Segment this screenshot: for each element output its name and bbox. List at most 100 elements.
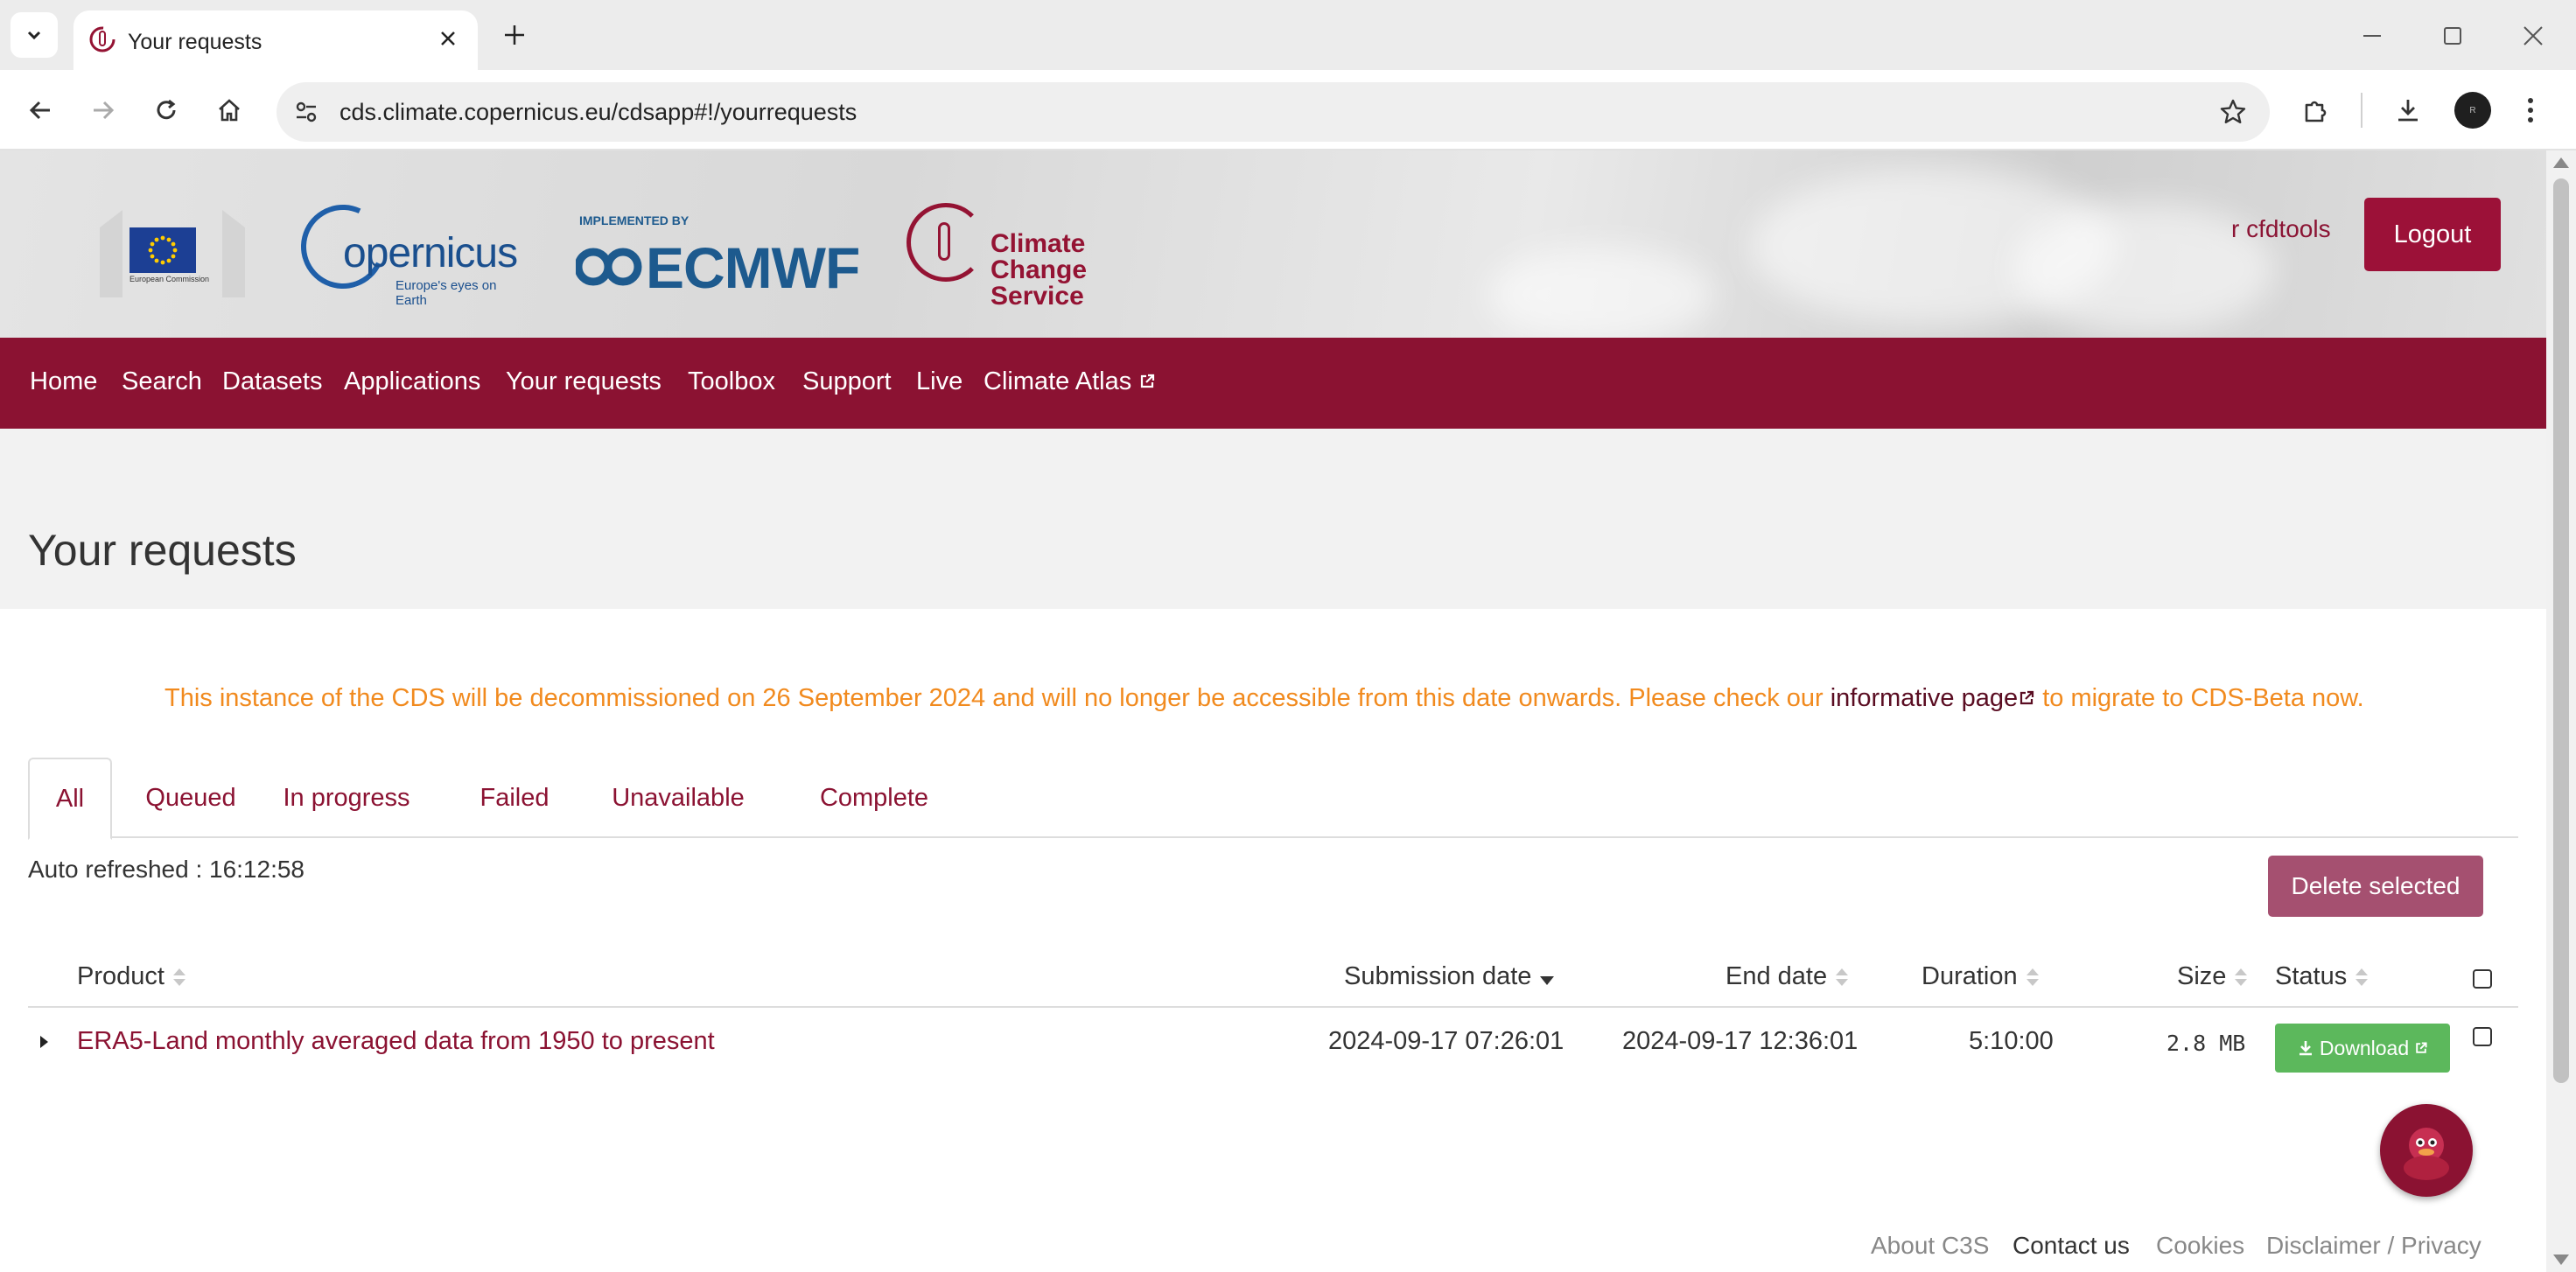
tune-icon — [296, 101, 317, 122]
plus-icon — [505, 25, 524, 45]
browser-tab-active[interactable]: Your requests — [74, 10, 478, 70]
profile-button[interactable]: R — [2450, 87, 2496, 133]
tab-search-button[interactable] — [10, 12, 58, 58]
nav-datasets[interactable]: Datasets — [222, 367, 322, 396]
back-button[interactable] — [18, 87, 63, 133]
column-header-end-date[interactable]: End date — [1726, 962, 1849, 991]
column-header-submission-date[interactable]: Submission date — [1344, 962, 1555, 991]
row-select-checkbox[interactable] — [2473, 1027, 2492, 1046]
thermometer-icon — [938, 222, 950, 261]
copernicus-tagline: Europe's eyes on Earth — [396, 278, 497, 308]
maximize-button[interactable] — [2431, 14, 2474, 58]
ecmwf-wordmark: ECMWF — [646, 235, 860, 300]
footer-about-link[interactable]: About C3S — [1871, 1232, 1989, 1260]
request-status-tabs: All Queued In progress Failed Unavailabl… — [28, 758, 2518, 840]
star-icon — [2220, 99, 2246, 123]
bookmark-button[interactable] — [2214, 93, 2252, 131]
nav-support[interactable]: Support — [802, 367, 892, 396]
minimize-button[interactable] — [2350, 14, 2394, 58]
ecmwf-logo[interactable]: IMPLEMENTED BY ECMWF — [576, 213, 873, 301]
informative-page-link[interactable]: informative page — [1830, 684, 2035, 712]
puzzle-icon — [2305, 101, 2327, 122]
nav-climate-atlas[interactable]: Climate Atlas — [984, 367, 1156, 396]
download-button[interactable]: Download — [2275, 1024, 2450, 1073]
submission-date-cell: 2024-09-17 07:26:01 — [1328, 1027, 1564, 1055]
forward-button[interactable] — [80, 87, 126, 133]
browser-tab-bar: Your requests — [0, 0, 2576, 70]
scroll-down-arrow-icon[interactable] — [2553, 1255, 2569, 1265]
sort-icon — [172, 967, 186, 988]
column-header-product[interactable]: Product — [77, 962, 186, 991]
maximize-icon — [2444, 27, 2461, 45]
sort-icon — [2235, 967, 2248, 988]
footer-cookies-link[interactable]: Cookies — [2156, 1232, 2244, 1260]
arrow-right-icon — [94, 101, 115, 120]
tab-title: Your requests — [128, 30, 262, 54]
duck-mascot-icon — [2404, 1128, 2449, 1180]
nav-search[interactable]: Search — [122, 367, 202, 396]
nav-toolbox[interactable]: Toolbox — [688, 367, 775, 396]
toolbar-divider — [2361, 93, 2362, 128]
decommission-notice: This instance of the CDS will be decommi… — [164, 684, 2364, 713]
download-icon — [2299, 1041, 2312, 1056]
close-window-button[interactable] — [2511, 14, 2555, 58]
username-link[interactable]: r cfdtools — [2231, 215, 2331, 243]
url-text[interactable]: cds.climate.copernicus.eu/cdsapp#!/yourr… — [340, 99, 857, 126]
european-commission-logo[interactable]: European Commission — [96, 192, 254, 304]
close-icon — [441, 31, 455, 45]
nav-home[interactable]: Home — [30, 367, 97, 396]
home-button[interactable] — [206, 87, 252, 133]
extensions-button[interactable] — [2292, 87, 2338, 133]
download-icon — [2398, 100, 2418, 122]
eu-flag-icon — [130, 227, 196, 273]
chevron-down-icon — [27, 31, 41, 40]
logout-button[interactable]: Logout — [2364, 198, 2501, 271]
expand-row-icon[interactable] — [40, 1036, 48, 1048]
background-cloud — [1488, 247, 1715, 343]
tab-in-progress[interactable]: In progress — [264, 758, 429, 838]
column-header-size[interactable]: Size — [2177, 962, 2248, 991]
external-link-icon — [2416, 1042, 2427, 1053]
column-header-size-label: Size — [2177, 962, 2227, 990]
select-all-checkbox[interactable] — [2473, 969, 2492, 989]
close-icon — [2524, 26, 2543, 45]
column-header-duration-label: Duration — [1922, 962, 2018, 990]
downloads-button[interactable] — [2385, 87, 2431, 133]
notice-text-after: to migrate to CDS-Beta now. — [2035, 684, 2364, 712]
site-header: European Commission opernicus Europe's e… — [0, 150, 2546, 343]
page-title-band: Your requests — [0, 429, 2546, 609]
tab-failed[interactable]: Failed — [472, 758, 556, 838]
reload-button[interactable] — [144, 87, 189, 133]
tab-complete[interactable]: Complete — [791, 758, 957, 838]
scrollbar-thumb[interactable] — [2553, 178, 2569, 1083]
close-tab-button[interactable] — [430, 21, 466, 56]
external-link-icon — [1141, 374, 1155, 388]
nav-live[interactable]: Live — [916, 367, 962, 396]
footer-disclaimer-link[interactable]: Disclaimer / Privacy — [2266, 1232, 2482, 1260]
ec-logo-text: European Commission — [130, 275, 210, 283]
page-scrollbar[interactable] — [2546, 150, 2576, 1272]
scroll-up-arrow-icon[interactable] — [2553, 157, 2569, 168]
chatbot-button[interactable] — [2380, 1104, 2473, 1197]
nav-applications[interactable]: Applications — [344, 367, 480, 396]
footer-contact-link[interactable]: Contact us — [2012, 1232, 2130, 1260]
new-tab-button[interactable] — [495, 16, 534, 54]
browser-toolbar: cds.climate.copernicus.eu/cdsapp#!/yourr… — [0, 70, 2576, 150]
tab-queued[interactable]: Queued — [130, 758, 252, 838]
browser-menu-button[interactable] — [2513, 87, 2548, 133]
sort-icon — [2026, 967, 2039, 988]
product-link[interactable]: ERA5-Land monthly averaged data from 195… — [77, 1027, 715, 1056]
column-header-status[interactable]: Status — [2275, 962, 2369, 991]
climate-change-service-logo[interactable]: Climate Change Service — [906, 203, 1186, 310]
nav-your-requests[interactable]: Your requests — [506, 367, 662, 396]
tab-all[interactable]: All — [28, 758, 112, 840]
tab-unavailable[interactable]: Unavailable — [600, 758, 756, 838]
column-header-duration[interactable]: Duration — [1922, 962, 2039, 991]
site-info-button[interactable] — [285, 91, 327, 133]
page-title: Your requests — [28, 526, 297, 575]
copernicus-logo[interactable]: opernicus Europe's eyes on Earth — [289, 192, 528, 308]
table-row: ERA5-Land monthly averaged data from 195… — [28, 1010, 2518, 1085]
delete-selected-button[interactable]: Delete selected — [2268, 856, 2483, 917]
end-date-cell: 2024-09-17 12:36:01 — [1622, 1027, 1858, 1055]
address-bar[interactable]: cds.climate.copernicus.eu/cdsapp#!/yourr… — [276, 82, 2270, 142]
